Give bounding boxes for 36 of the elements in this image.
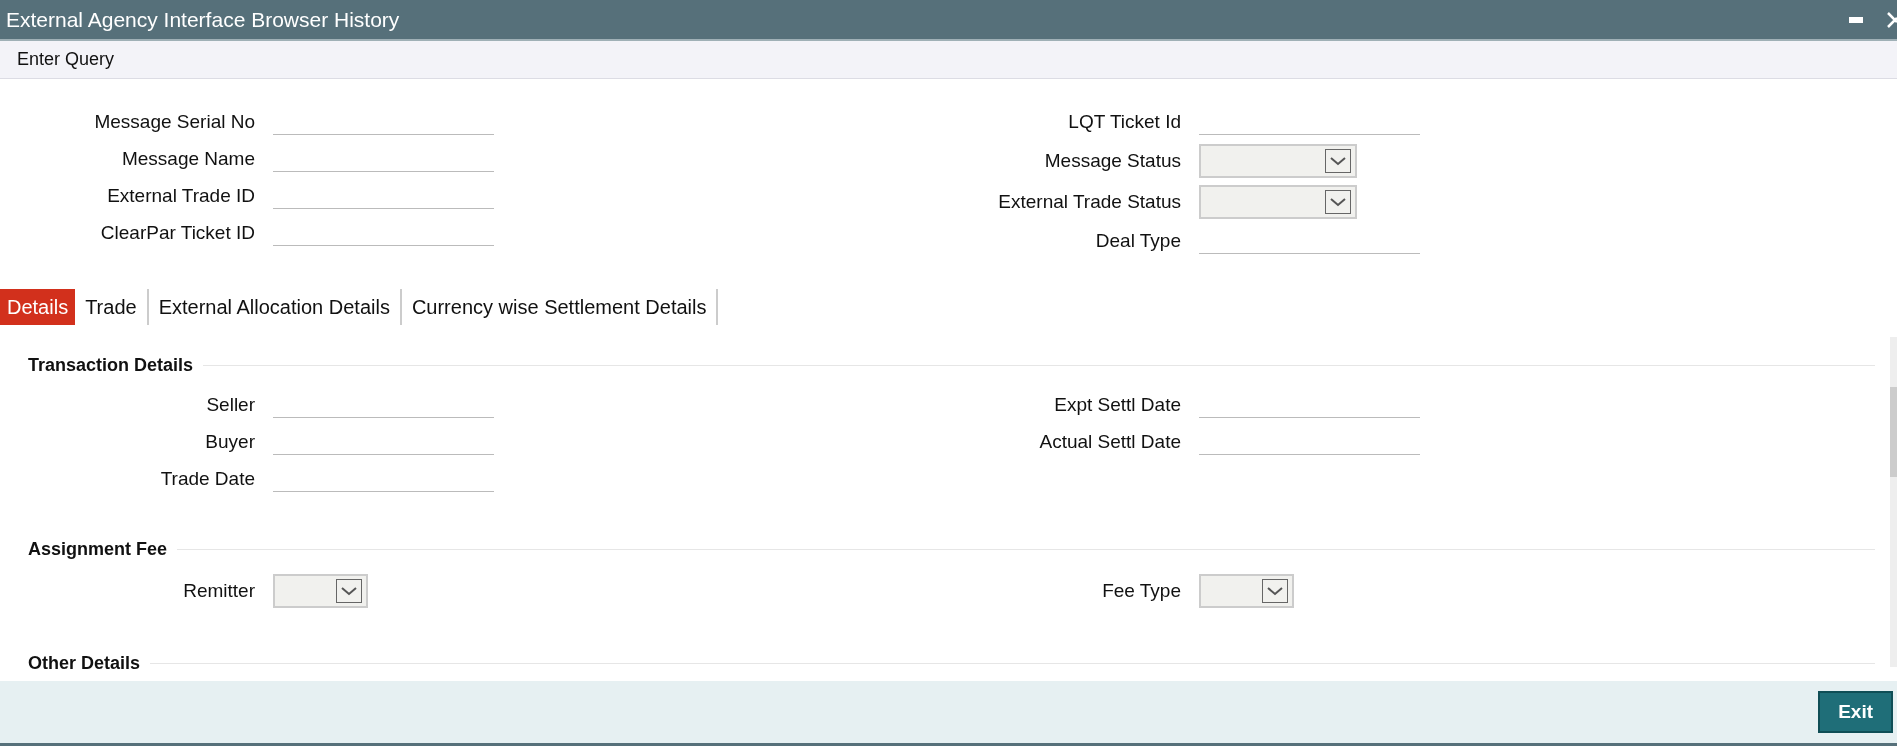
field-label: External Trade ID <box>106 184 256 207</box>
enter-query-menu-item[interactable]: Enter Query <box>17 49 115 70</box>
dropdown[interactable] <box>1199 573 1294 608</box>
close-icon[interactable] <box>1887 11 1897 28</box>
section-heading: Other Details <box>28 653 141 674</box>
field-label: Expt Settl Date <box>1053 393 1182 416</box>
field-label: Seller <box>205 393 256 416</box>
field-label: Message Name <box>120 147 256 170</box>
field-label: Buyer <box>204 430 256 453</box>
field-label: Message Serial No <box>93 110 256 133</box>
minimize-icon[interactable] <box>1849 16 1863 23</box>
caret-icon <box>1325 189 1351 214</box>
field-label: External Trade Status <box>997 190 1182 213</box>
exit-button[interactable]: Exit <box>1818 691 1893 733</box>
dropdown[interactable] <box>1199 143 1357 178</box>
window-title: External Agency Interface Browser History <box>6 7 401 32</box>
tab[interactable]: Details <box>0 289 76 325</box>
tab[interactable]: Trade <box>75 289 149 325</box>
field-label: Fee Type <box>1101 579 1182 602</box>
caret-icon <box>1325 148 1351 173</box>
section-heading: Assignment Fee <box>28 539 168 560</box>
tab[interactable]: Currency wise Settlement Details <box>401 289 719 325</box>
field-label: LQT Ticket Id <box>1067 110 1182 133</box>
field-label: Trade Date <box>159 467 256 490</box>
field-label: Deal Type <box>1094 229 1182 252</box>
caret-icon <box>336 578 362 603</box>
field-label: ClearPar Ticket ID <box>99 221 256 244</box>
dropdown[interactable] <box>273 573 368 608</box>
tab[interactable]: External Allocation Details <box>148 289 402 325</box>
field-label: Actual Settl Date <box>1038 430 1182 453</box>
scrollbar[interactable] <box>1890 337 1897 667</box>
section-heading: Transaction Details <box>28 355 194 376</box>
field-label: Message Status <box>1043 149 1182 172</box>
dropdown[interactable] <box>1199 184 1357 219</box>
field-label: Remitter <box>182 579 256 602</box>
caret-icon <box>1262 578 1288 603</box>
